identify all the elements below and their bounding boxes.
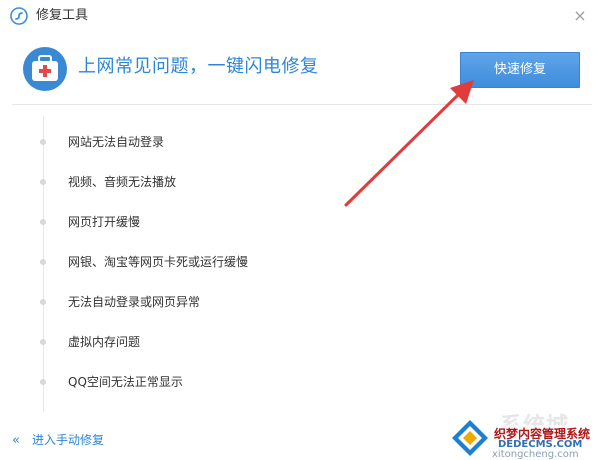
manual-fix-link[interactable]: « 进入手动修复 — [12, 430, 104, 450]
bullet-dot — [40, 179, 46, 185]
window-title: 修复工具 — [36, 8, 89, 23]
list-item: 网站无法自动登录 — [40, 132, 440, 152]
list-item: 网银、淘宝等网页卡死或运行缓慢 — [40, 252, 440, 272]
bullet-dot — [40, 139, 46, 145]
title-bar: 修复工具 × — [0, 0, 604, 34]
divider — [12, 104, 592, 105]
watermark-url-text: xitongcheng.com — [492, 449, 579, 460]
issue-label: 网银、淘宝等网页卡死或运行缓慢 — [68, 255, 249, 269]
manual-fix-label: 进入手动修复 — [32, 433, 105, 447]
bullet-dot — [40, 339, 46, 345]
watermark-logo-icon — [452, 420, 488, 456]
app-logo-icon — [10, 7, 28, 25]
issue-label: 网页打开缓慢 — [68, 215, 141, 229]
header: 上网常见问题，一键闪电修复 快速修复 — [0, 34, 604, 104]
bullet-dot — [40, 379, 46, 385]
list-item: 视频、音频无法播放 — [40, 172, 440, 192]
list-item: QQ空间无法正常显示 — [40, 372, 440, 392]
bullet-dot — [40, 219, 46, 225]
list-item: 无法自动登录或网页异常 — [40, 292, 440, 312]
close-icon[interactable]: × — [570, 6, 590, 26]
issue-label: 网站无法自动登录 — [68, 135, 165, 149]
issue-label: 无法自动登录或网页异常 — [68, 295, 201, 309]
headline: 上网常见问题，一键闪电修复 — [78, 56, 319, 77]
bullet-dot — [40, 299, 46, 305]
list-item: 虚拟内存问题 — [40, 332, 440, 352]
repair-tool-window: 修复工具 × 上网常见问题，一键闪电修复 快速修复 网站无法自动登录 视频、音频… — [0, 0, 604, 460]
issue-label: 虚拟内存问题 — [68, 335, 141, 349]
issue-list: 网站无法自动登录 视频、音频无法播放 网页打开缓慢 网银、淘宝等网页卡死或运行缓… — [40, 116, 460, 416]
bullet-dot — [40, 259, 46, 265]
quick-fix-button[interactable]: 快速修复 — [460, 52, 580, 88]
issue-label: 视频、音频无法播放 — [68, 175, 177, 189]
first-aid-kit-icon — [23, 47, 67, 91]
list-item: 网页打开缓慢 — [40, 212, 440, 232]
issue-label: QQ空间无法正常显示 — [68, 375, 183, 389]
double-chevron-left-icon: « — [12, 433, 20, 448]
